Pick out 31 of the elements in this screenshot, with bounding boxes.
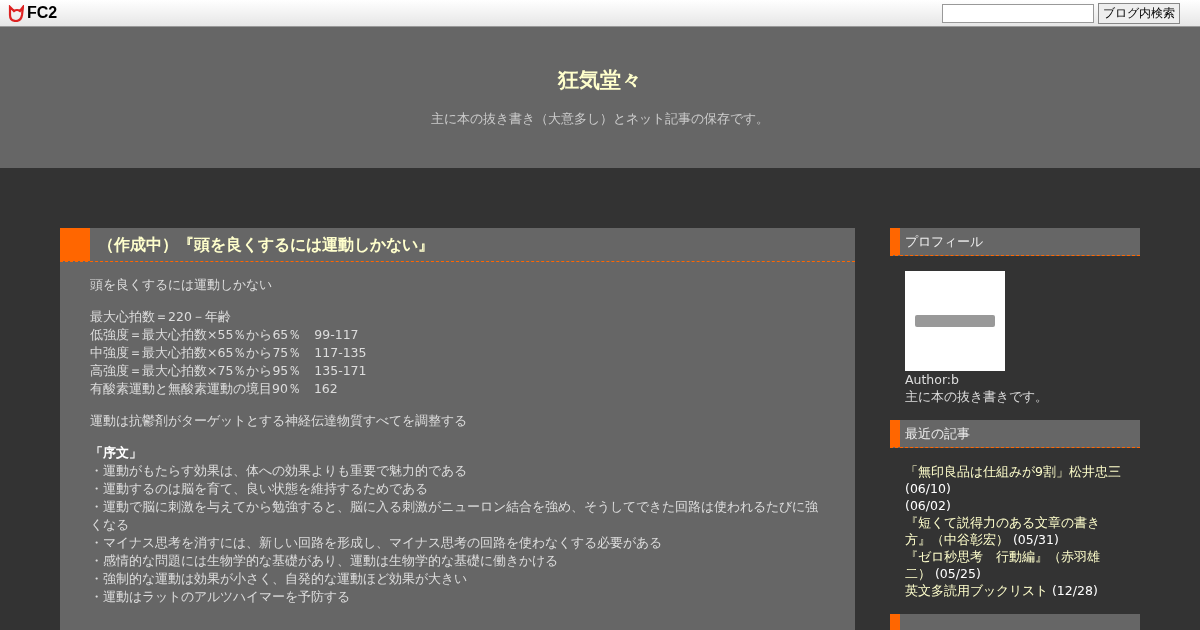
profile-bio: 主に本の抜き書きです。: [905, 388, 1049, 405]
article-text: 有酸素運動と無酸素運動の境目90％ 162: [90, 381, 338, 396]
article-text: ・運動で脳に刺激を与えてから勉強すると、脳に入る刺激がニューロン結合を強め、そうしてできた回路は使われるたびに強くなる: [90, 499, 818, 532]
article-text: 頭を良くするには運動しかない: [90, 277, 272, 292]
logo-text[interactable]: FC2: [27, 4, 58, 22]
sidebar-heading: プロフィール: [904, 233, 983, 251]
article-text: ・運動するのは脳を育て、良い状態を維持するためである: [90, 481, 428, 496]
recent-article-link[interactable]: (06/02): [905, 497, 1125, 514]
author-name: Author:b: [905, 371, 960, 388]
recent-article-link[interactable]: 『短くて説得力のある文章の書き方』（中谷彰宏） (05/31): [905, 514, 1125, 548]
article-text: 運動は抗鬱剤がターゲットとする神経伝達物質すべてを調整する: [90, 413, 467, 428]
article-text: ・マイナス思考を消すには、新しい回路を形成し、マイナス思考の回路を使わなくする必要がある: [90, 535, 662, 550]
article-text: 最大心拍数＝220－年齢: [90, 309, 231, 324]
cat-icon: [8, 4, 24, 22]
article-text: 高強度＝最大心拍数×75％から95％ 135-171: [90, 363, 367, 378]
recent-article-link[interactable]: 英文多読用ブックリスト (12/28): [905, 582, 1125, 599]
article-title[interactable]: （作成中）『頭を良くするには運動しかない』: [90, 228, 434, 261]
article-text: 低強度＝最大心拍数×55％から65％ 99-117: [90, 327, 359, 342]
article-text: 中強度＝最大心拍数×65％から75％ 117-135: [90, 345, 367, 360]
article-text: ・運動がもたらす効果は、体への効果よりも重要で魅力的である: [90, 463, 467, 478]
article-text: ・運動はラットのアルツハイマーを予防する: [90, 589, 350, 604]
article-text: ・感情的な問題には生物学的な基礎があり、運動は生物学的な基礎に働きかける: [90, 553, 558, 568]
search-button[interactable]: ブログ内検索: [1098, 2, 1180, 24]
sidebar-heading: 最近の記事: [904, 425, 970, 443]
article-text: ・強制的な運動は効果が小さく、自発的な運動ほど効果が大きい: [90, 571, 467, 586]
recent-article-link[interactable]: 『ゼロ秒思考 行動編』（赤羽雄二） (05/25): [905, 548, 1125, 582]
recent-article-link[interactable]: 「無印良品は仕組みが9割」松井忠三 (06/10): [905, 463, 1125, 497]
search-field[interactable]: [942, 3, 1094, 23]
blog-description: 主に本の抜き書き（大意多し）とネット記事の保存です。: [431, 110, 769, 128]
blog-title[interactable]: 狂気堂々: [558, 66, 642, 94]
section-heading: 「序文」: [90, 445, 142, 460]
